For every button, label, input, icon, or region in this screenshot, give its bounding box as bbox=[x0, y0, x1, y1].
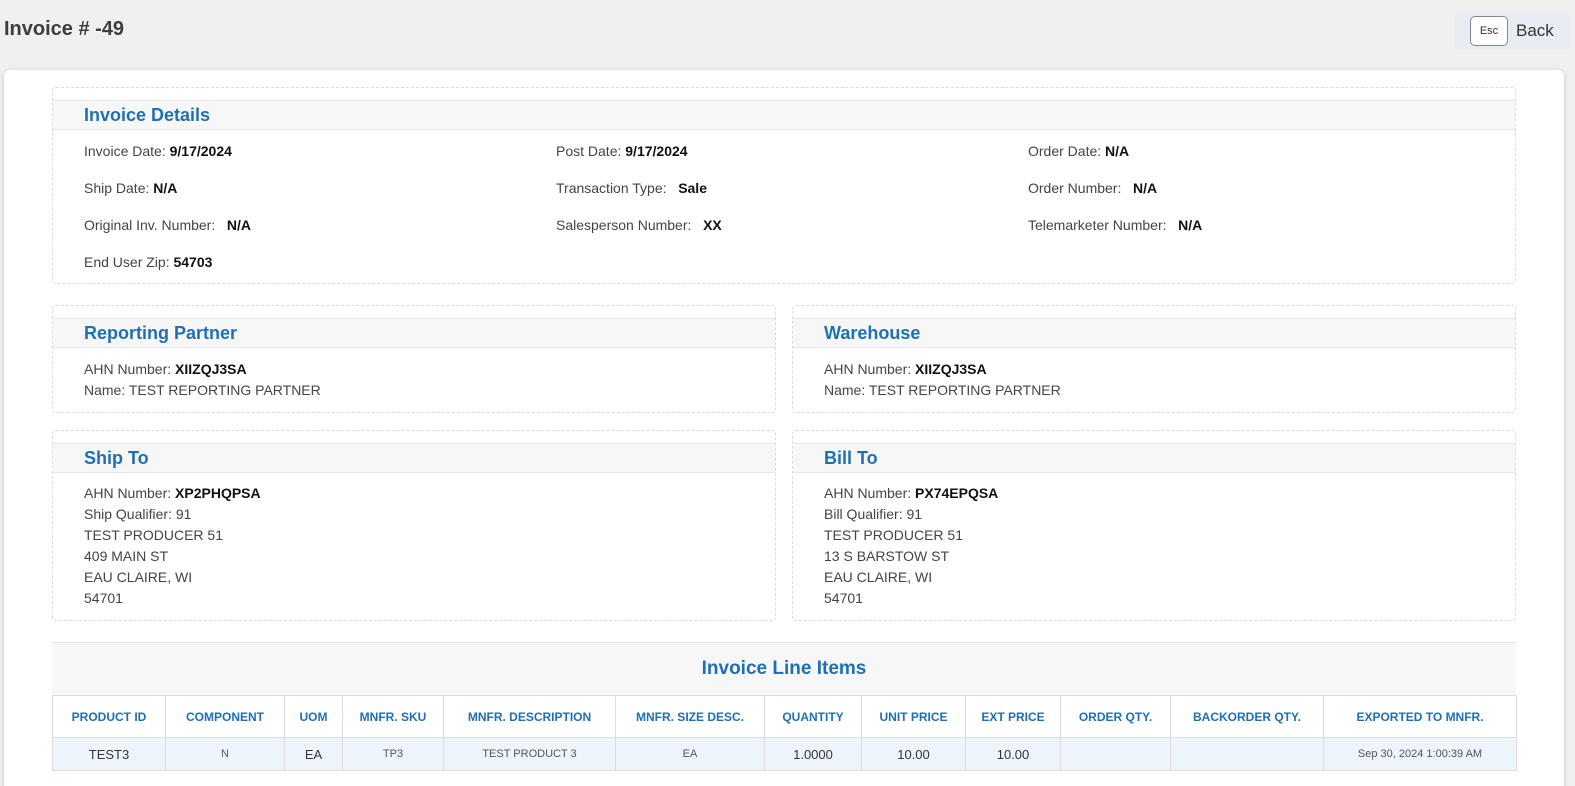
cell-component: N bbox=[165, 737, 285, 771]
field-salesperson-number: Salesperson Number: XX bbox=[556, 217, 722, 233]
cell-ext-price: 10.00 bbox=[965, 737, 1061, 771]
page-title: Invoice # -49 bbox=[4, 18, 125, 40]
col-unit-price[interactable]: UNIT PRICE bbox=[861, 695, 966, 738]
col-product-id[interactable]: PRODUCT ID bbox=[52, 695, 166, 738]
ship-to-street: 409 MAIN ST bbox=[84, 548, 169, 564]
reporting-partner-name: Name: TEST REPORTING PARTNER bbox=[84, 382, 321, 398]
cell-quantity: 1.0000 bbox=[764, 737, 862, 771]
bill-to-name: TEST PRODUCER 51 bbox=[824, 527, 963, 543]
field-order-number: Order Number: N/A bbox=[1028, 180, 1158, 196]
ship-to-section: Ship To AHN Number: XP2PHQPSA Ship Quali… bbox=[52, 430, 776, 621]
field-invoice-date: Invoice Date: 9/17/2024 bbox=[84, 143, 232, 159]
warehouse-name: Name: TEST REPORTING PARTNER bbox=[824, 382, 1061, 398]
ship-to-city-state: EAU CLAIRE, WI bbox=[84, 569, 193, 585]
reporting-partner-header: Reporting Partner bbox=[53, 318, 775, 348]
back-label: Back bbox=[1516, 21, 1554, 40]
cell-product-id: TEST3 bbox=[52, 737, 166, 771]
field-telemarketer-number: Telemarketer Number: N/A bbox=[1028, 217, 1203, 233]
line-items-title: Invoice Line Items bbox=[701, 658, 867, 679]
col-order-qty[interactable]: ORDER QTY. bbox=[1060, 695, 1171, 738]
reporting-partner-section: Reporting Partner AHN Number: XIIZQJ3SA … bbox=[52, 305, 776, 413]
col-uom[interactable]: UOM bbox=[284, 695, 343, 738]
field-order-date: Order Date: N/A bbox=[1028, 143, 1130, 159]
ship-to-header: Ship To bbox=[53, 443, 775, 473]
table-header-row: PRODUCT ID COMPONENT UOM MNFR. SKU MNFR.… bbox=[52, 695, 1517, 738]
field-ship-date: Ship Date: N/A bbox=[84, 180, 178, 196]
line-items-section: Invoice Line Items PRODUCT ID COMPONENT … bbox=[52, 642, 1517, 771]
bill-to-header: Bill To bbox=[793, 443, 1515, 473]
bill-to-zip: 54701 bbox=[824, 590, 863, 606]
invoice-details-header: Invoice Details bbox=[53, 100, 1515, 130]
ship-to-ahn: AHN Number: XP2PHQPSA bbox=[84, 485, 261, 501]
cell-unit-price: 10.00 bbox=[861, 737, 966, 771]
cell-order-qty bbox=[1060, 737, 1171, 771]
warehouse-section: Warehouse AHN Number: XIIZQJ3SA Name: TE… bbox=[792, 305, 1516, 413]
bill-to-city-state: EAU CLAIRE, WI bbox=[824, 569, 933, 585]
field-transaction-type: Transaction Type: Sale bbox=[556, 180, 707, 196]
line-items-header: Invoice Line Items bbox=[52, 643, 1516, 695]
cell-mnfr-sku: TP3 bbox=[342, 737, 444, 771]
back-button[interactable]: Esc Back bbox=[1454, 12, 1570, 50]
warehouse-title: Warehouse bbox=[824, 322, 921, 343]
bill-to-street: 13 S BARSTOW ST bbox=[824, 548, 949, 564]
ship-to-title: Ship To bbox=[84, 447, 149, 468]
reporting-partner-ahn: AHN Number: XIIZQJ3SA bbox=[84, 361, 247, 377]
cell-mnfr-description: TEST PRODUCT 3 bbox=[443, 737, 616, 771]
ship-to-zip: 54701 bbox=[84, 590, 123, 606]
col-mnfr-description[interactable]: MNFR. DESCRIPTION bbox=[443, 695, 616, 738]
line-items-table: PRODUCT ID COMPONENT UOM MNFR. SKU MNFR.… bbox=[52, 695, 1517, 771]
col-ext-price[interactable]: EXT PRICE bbox=[965, 695, 1061, 738]
cell-mnfr-size-desc: EA bbox=[615, 737, 765, 771]
ship-to-qualifier: Ship Qualifier: 91 bbox=[84, 506, 192, 522]
col-component[interactable]: COMPONENT bbox=[165, 695, 285, 738]
invoice-details-title: Invoice Details bbox=[84, 104, 211, 125]
invoice-card: Invoice Details Invoice Date: 9/17/2024 … bbox=[4, 70, 1564, 786]
reporting-partner-title: Reporting Partner bbox=[84, 322, 238, 343]
invoice-details-section: Invoice Details Invoice Date: 9/17/2024 … bbox=[52, 87, 1516, 284]
warehouse-ahn: AHN Number: XIIZQJ3SA bbox=[824, 361, 987, 377]
field-post-date: Post Date: 9/17/2024 bbox=[556, 143, 688, 159]
esc-key-badge: Esc bbox=[1470, 16, 1508, 46]
field-original-inv-number: Original Inv. Number: N/A bbox=[84, 217, 252, 233]
cell-backorder-qty bbox=[1170, 737, 1324, 771]
bill-to-ahn: AHN Number: PX74EPQSA bbox=[824, 485, 999, 501]
col-quantity[interactable]: QUANTITY bbox=[764, 695, 862, 738]
col-mnfr-sku[interactable]: MNFR. SKU bbox=[342, 695, 444, 738]
ship-to-name: TEST PRODUCER 51 bbox=[84, 527, 223, 543]
cell-uom: EA bbox=[284, 737, 343, 771]
col-exported-to-mnfr[interactable]: EXPORTED TO MNFR. bbox=[1323, 695, 1517, 738]
cell-exported-to-mnfr: Sep 30, 2024 1:00:39 AM bbox=[1323, 737, 1517, 771]
field-end-user-zip: End User Zip: 54703 bbox=[84, 254, 213, 270]
warehouse-header: Warehouse bbox=[793, 318, 1515, 348]
table-row[interactable]: TEST3 N EA TP3 TEST PRODUCT 3 EA 1.0000 … bbox=[52, 737, 1517, 771]
col-mnfr-size-desc[interactable]: MNFR. SIZE DESC. bbox=[615, 695, 765, 738]
bill-to-qualifier: Bill Qualifier: 91 bbox=[824, 506, 923, 522]
bill-to-title: Bill To bbox=[824, 447, 878, 468]
col-backorder-qty[interactable]: BACKORDER QTY. bbox=[1170, 695, 1324, 738]
bill-to-section: Bill To AHN Number: PX74EPQSA Bill Quali… bbox=[792, 430, 1516, 621]
